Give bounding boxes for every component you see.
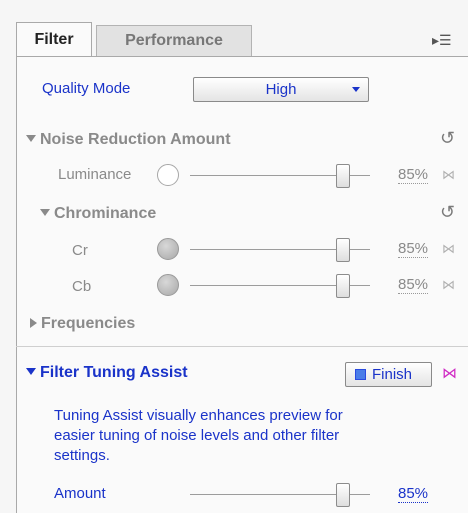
quality-mode-select[interactable]: High: [193, 77, 369, 102]
triangle-down-icon: [26, 135, 36, 142]
cb-label: Cb: [72, 278, 92, 295]
cb-toggle[interactable]: [157, 274, 179, 296]
frequencies-toggle[interactable]: Frequencies: [30, 315, 135, 333]
noise-reduction-title: Noise Reduction Amount: [40, 131, 231, 148]
luminance-thumb[interactable]: [336, 164, 350, 188]
chevron-down-icon: [352, 87, 360, 92]
cb-value[interactable]: 85%: [398, 276, 429, 294]
flyout-menu-icon[interactable]: ▸☰: [432, 30, 456, 50]
tuning-assist-description: Tuning Assist visually enhances preview …: [54, 407, 343, 464]
triangle-down-icon: [40, 209, 50, 216]
luminance-value[interactable]: 85%: [398, 166, 429, 184]
reset-icon[interactable]: ↺: [440, 202, 455, 223]
link-bowtie-icon[interactable]: ⋈: [442, 167, 455, 183]
frequencies-title: Frequencies: [41, 315, 136, 332]
tab-performance[interactable]: Performance: [96, 25, 252, 56]
section-divider: [16, 346, 468, 347]
link-bowtie-icon[interactable]: ⋈: [442, 364, 457, 382]
amount-thumb[interactable]: [336, 483, 350, 507]
noise-reduction-toggle[interactable]: Noise Reduction Amount: [26, 131, 231, 149]
triangle-right-icon: [30, 318, 37, 328]
tuning-assist-toggle[interactable]: Filter Tuning Assist: [26, 364, 188, 382]
amount-label: Amount: [54, 485, 106, 502]
luminance-label: Luminance: [58, 166, 132, 183]
cr-value[interactable]: 85%: [398, 240, 429, 258]
cr-thumb[interactable]: [336, 238, 350, 262]
amount-value[interactable]: 85%: [398, 485, 429, 503]
chrominance-toggle[interactable]: Chrominance: [40, 205, 156, 223]
cr-label: Cr: [72, 242, 88, 259]
cr-toggle[interactable]: [157, 238, 179, 260]
tuning-assist-title: Filter Tuning Assist: [40, 364, 188, 381]
finish-label: Finish: [372, 366, 413, 383]
square-icon: [355, 369, 366, 380]
link-bowtie-icon[interactable]: ⋈: [442, 277, 455, 293]
quality-mode-label: Quality Mode: [42, 80, 131, 97]
link-bowtie-icon[interactable]: ⋈: [442, 241, 455, 257]
chrominance-title: Chrominance: [54, 205, 157, 222]
triangle-down-icon: [26, 368, 36, 375]
finish-button[interactable]: Finish: [345, 362, 432, 387]
luminance-toggle[interactable]: [157, 164, 179, 186]
tab-filter[interactable]: Filter: [16, 22, 92, 56]
reset-icon[interactable]: ↺: [440, 128, 455, 149]
cb-thumb[interactable]: [336, 274, 350, 298]
quality-mode-value: High: [265, 81, 297, 98]
